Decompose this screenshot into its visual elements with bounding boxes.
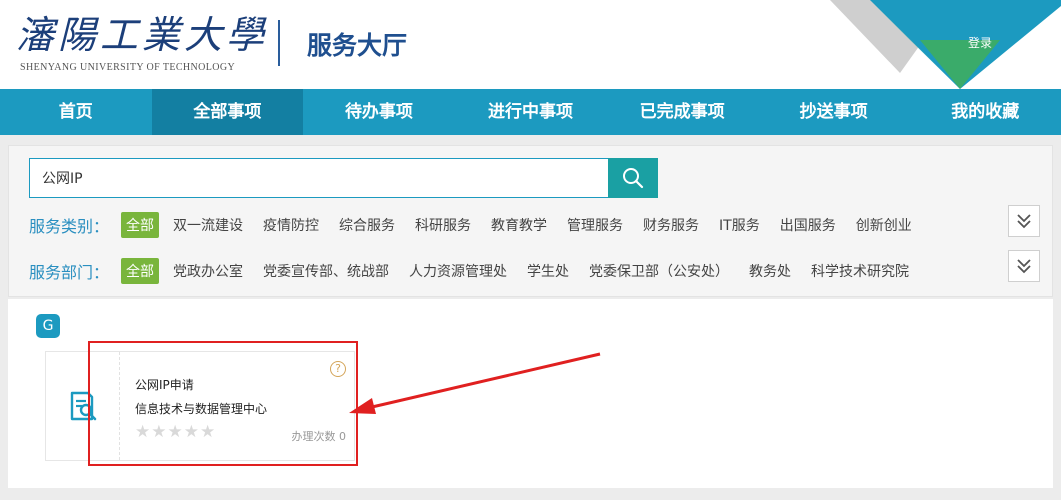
star-icon: ★ [167, 422, 184, 442]
university-logo[interactable]: 瀋陽工業大學 SHENYANG UNIVERSITY OF TECHNOLOGY [16, 12, 264, 76]
department-tag[interactable]: 学生处 [527, 261, 569, 281]
usage-count: 办理次数 0 [291, 430, 347, 443]
nav-in-progress[interactable]: 进行中事项 [455, 89, 607, 135]
nav-favorites[interactable]: 我的收藏 [909, 89, 1061, 135]
nav-home[interactable]: 首页 [0, 89, 152, 135]
group-letter-badge: G [36, 314, 60, 338]
logo-chinese-name: 瀋陽工業大學 [16, 13, 269, 57]
chevron-double-down-icon [1017, 214, 1031, 229]
nav-cc[interactable]: 抄送事项 [758, 89, 910, 135]
header: 瀋陽工業大學 SHENYANG UNIVERSITY OF TECHNOLOGY… [0, 0, 1061, 89]
login-link[interactable]: 登录 [968, 34, 992, 51]
department-tag-all[interactable]: 全部 [121, 258, 160, 284]
department-label: 服务部门： [29, 263, 110, 282]
star-icon: ★ [135, 422, 152, 442]
category-tag[interactable]: 综合服务 [339, 215, 395, 235]
department-tag[interactable]: 教务处 [749, 261, 791, 281]
department-tag[interactable]: 党政办公室 [173, 261, 243, 281]
service-card[interactable]: ? 公网IP申请 信息技术与数据管理中心 ★★★★★ 办理次数 0 [45, 351, 355, 461]
department-filter-row: 服务部门： 全部 党政办公室 党委宣传部、统战部 人力资源管理处 学生处 党委保… [29, 258, 929, 284]
expand-department-button[interactable] [1008, 250, 1040, 282]
card-icon-area [46, 352, 120, 460]
category-tag[interactable]: 创新创业 [856, 215, 912, 235]
header-corner-decoration [830, 0, 1061, 89]
category-label: 服务类别： [29, 217, 110, 236]
search-box [29, 158, 609, 198]
department-tag[interactable]: 党委保卫部（公安处） [589, 261, 729, 281]
category-tag[interactable]: 出国服务 [780, 215, 836, 235]
logo-english-name: SHENYANG UNIVERSITY OF TECHNOLOGY [20, 62, 236, 73]
help-icon[interactable]: ? [330, 361, 346, 377]
header-divider [278, 20, 280, 66]
filter-panel: 服务类别： 全部 双一流建设 疫情防控 综合服务 科研服务 教育教学 管理服务 … [8, 145, 1053, 297]
department-tag[interactable]: 人力资源管理处 [409, 261, 507, 281]
category-tag[interactable]: 管理服务 [567, 215, 623, 235]
card-title[interactable]: 公网IP申请 [135, 376, 194, 393]
star-icon: ★ [183, 422, 200, 442]
department-tag[interactable]: 党委宣传部、统战部 [263, 261, 389, 281]
main-nav: 首页 全部事项 待办事项 进行中事项 已完成事项 抄送事项 我的收藏 [0, 89, 1061, 135]
expand-category-button[interactable] [1008, 205, 1040, 237]
category-tag[interactable]: 科研服务 [415, 215, 471, 235]
category-tag[interactable]: IT服务 [719, 215, 760, 235]
search-icon [623, 168, 644, 189]
star-icon: ★ [200, 422, 217, 442]
category-filter-row: 服务类别： 全部 双一流建设 疫情防控 综合服务 科研服务 教育教学 管理服务 … [29, 212, 932, 238]
category-tag-all[interactable]: 全部 [121, 212, 160, 238]
results-panel: G ? 公网IP申请 信息技术与数据管理中心 ★★★★★ 办理次数 0 [8, 299, 1053, 488]
card-department: 信息技术与数据管理中心 [135, 402, 268, 416]
category-tag[interactable]: 财务服务 [643, 215, 699, 235]
nav-all-items[interactable]: 全部事项 [151, 89, 304, 135]
search-button[interactable] [608, 158, 658, 198]
search-input[interactable] [30, 159, 608, 197]
chevron-double-down-icon [1017, 259, 1031, 274]
page-title: 服务大厅 [307, 31, 408, 60]
rating-stars: ★★★★★ [135, 422, 216, 442]
department-tag[interactable]: 科学技术研究院 [811, 261, 909, 281]
nav-completed[interactable]: 已完成事项 [606, 89, 758, 135]
category-tag[interactable]: 双一流建设 [173, 215, 243, 235]
nav-todo[interactable]: 待办事项 [303, 89, 455, 135]
category-tag[interactable]: 教育教学 [491, 215, 547, 235]
category-tag[interactable]: 疫情防控 [263, 215, 319, 235]
star-icon: ★ [151, 422, 168, 442]
document-search-icon [70, 391, 96, 421]
